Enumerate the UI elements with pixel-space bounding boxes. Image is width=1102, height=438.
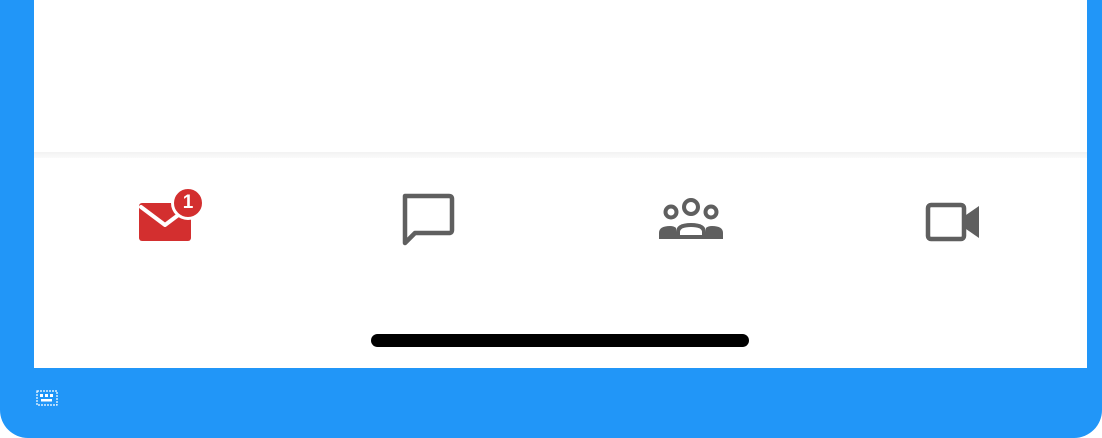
content-area bbox=[34, 0, 1087, 152]
tab-people[interactable] bbox=[651, 186, 731, 256]
device-frame: 1 bbox=[0, 0, 1102, 438]
keyboard-icon bbox=[36, 390, 58, 406]
tab-video[interactable] bbox=[914, 186, 994, 256]
video-camera-icon bbox=[925, 202, 983, 242]
tab-mail[interactable]: 1 bbox=[126, 186, 206, 256]
app-screen: 1 bbox=[34, 0, 1087, 368]
home-indicator[interactable] bbox=[371, 334, 749, 347]
chat-bubble-icon bbox=[399, 192, 455, 246]
bottom-tab-bar: 1 bbox=[34, 158, 1087, 278]
tab-chat[interactable] bbox=[387, 186, 467, 256]
group-icon bbox=[656, 198, 726, 242]
unread-badge: 1 bbox=[171, 186, 205, 220]
